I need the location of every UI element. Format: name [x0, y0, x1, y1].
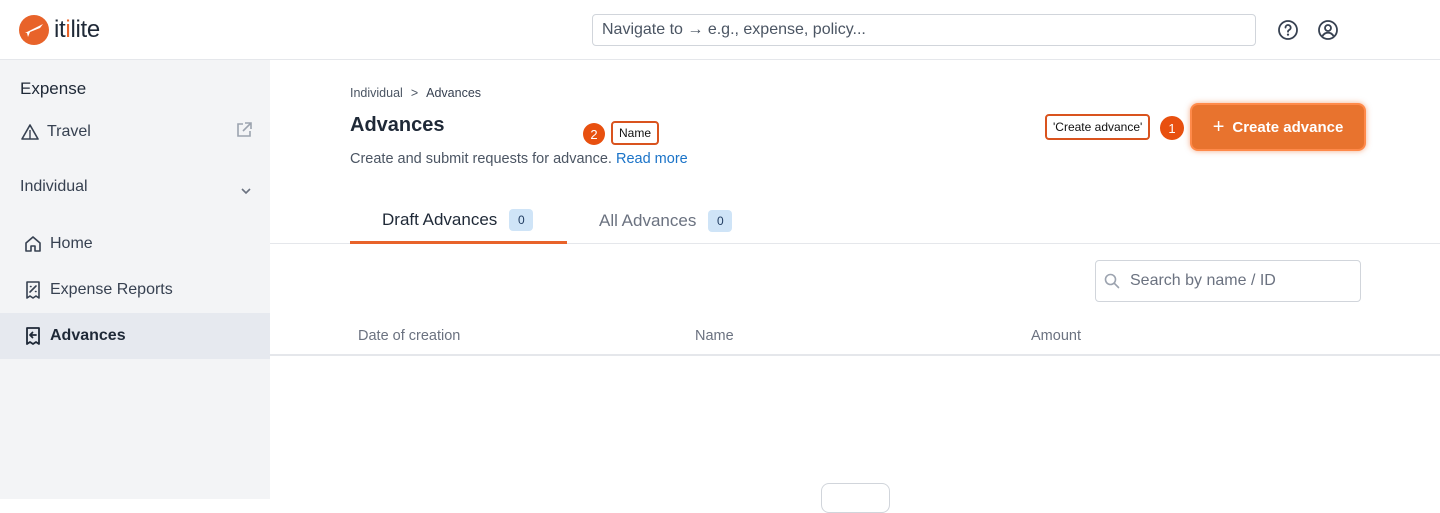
- table-header: Date of creation Name Amount: [270, 318, 1440, 356]
- annotation-badge-2: 2: [583, 123, 605, 145]
- navigate-search-input[interactable]: Navigate to → e.g., expense, policy...: [592, 14, 1256, 46]
- sidebar-item-label: Advances: [50, 327, 126, 344]
- tab-label: All Advances: [599, 211, 697, 230]
- breadcrumb-current: Advances: [426, 86, 482, 100]
- page-subtitle: Create and submit requests for advance. …: [350, 151, 688, 167]
- breadcrumb-separator: >: [410, 86, 419, 100]
- home-icon: [23, 234, 43, 254]
- page-title: Advances: [350, 114, 445, 136]
- subtitle-text: Create and submit requests for advance.: [350, 151, 612, 167]
- tab-count-badge: 0: [509, 208, 534, 231]
- column-amount[interactable]: Amount: [1031, 328, 1081, 344]
- sidebar-heading: Expense: [20, 79, 87, 98]
- empty-state-card: [821, 483, 890, 513]
- travel-icon: [20, 122, 40, 142]
- advances-tabs: Draft Advances 0 All Advances 0: [270, 198, 1440, 244]
- brand-name: itilite: [54, 16, 100, 43]
- breadcrumb: Individual > Advances: [350, 86, 481, 100]
- sidebar-section-individual[interactable]: Individual: [0, 164, 270, 210]
- create-advance-label: Create advance: [1232, 118, 1344, 136]
- column-date-of-creation[interactable]: Date of creation: [358, 328, 460, 344]
- annotation-badge-1: 1: [1160, 116, 1184, 140]
- breadcrumb-parent[interactable]: Individual: [350, 86, 403, 100]
- help-icon[interactable]: [1277, 19, 1299, 41]
- sidebar-item-label: Home: [50, 235, 93, 252]
- user-profile-icon[interactable]: [1317, 19, 1339, 41]
- search-input[interactable]: [1130, 272, 1350, 290]
- receipt-icon: [23, 280, 43, 300]
- tab-label: Draft Advances: [382, 209, 498, 229]
- column-name[interactable]: Name: [695, 328, 734, 344]
- advance-icon: [23, 326, 43, 346]
- external-link-icon[interactable]: [235, 121, 253, 139]
- tab-all-advances[interactable]: All Advances 0: [599, 198, 733, 244]
- sidebar: Expense Travel Individual Home Expense R…: [0, 60, 270, 499]
- read-more-link[interactable]: Read more: [616, 151, 688, 167]
- sidebar-item-expense-reports[interactable]: Expense Reports: [0, 267, 270, 313]
- annotation-label-create-advance: 'Create advance': [1045, 114, 1151, 140]
- sidebar-item-home[interactable]: Home: [0, 221, 270, 267]
- annotation-label-name: Name: [611, 121, 660, 145]
- itilite-logo[interactable]: itilite: [18, 14, 100, 46]
- tab-draft-advances[interactable]: Draft Advances 0: [350, 198, 567, 244]
- top-bar: itilite Navigate to → e.g., expense, pol…: [0, 0, 1440, 60]
- search-box[interactable]: [1095, 260, 1361, 302]
- sidebar-item-label: Travel: [47, 123, 91, 140]
- plane-logo-icon: [19, 15, 49, 45]
- tab-count-badge: 0: [708, 210, 733, 232]
- chevron-down-icon[interactable]: [239, 184, 253, 198]
- sidebar-item-advances[interactable]: Advances: [0, 313, 270, 359]
- plus-icon: +: [1212, 116, 1225, 138]
- create-advance-button[interactable]: + Create advance: [1192, 105, 1364, 149]
- sidebar-item-label: Expense Reports: [50, 281, 173, 298]
- sidebar-item-travel[interactable]: Travel: [0, 109, 270, 155]
- search-icon: [1104, 273, 1120, 289]
- navigate-placeholder: Navigate to → e.g., expense, policy...: [602, 21, 866, 38]
- sidebar-section-label: Individual: [20, 178, 88, 195]
